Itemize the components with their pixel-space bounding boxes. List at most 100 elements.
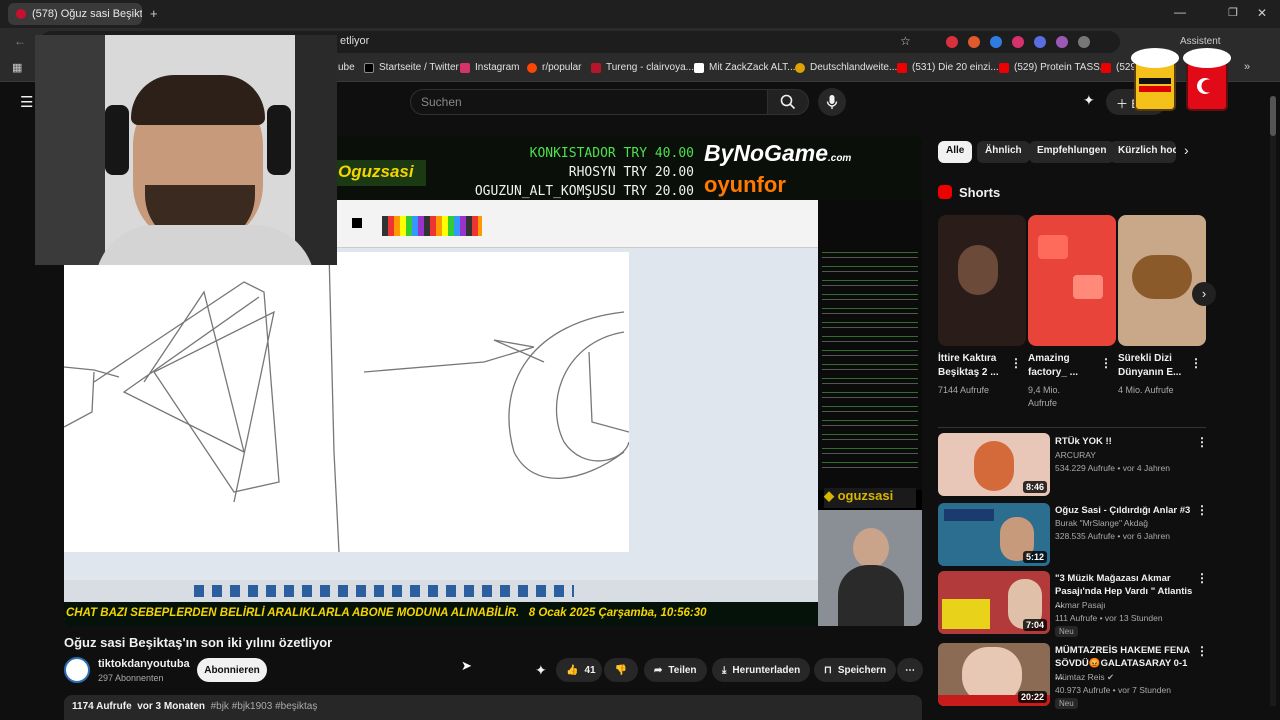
video-thumbnail[interactable]: 20:22 bbox=[938, 643, 1050, 706]
maximize-icon[interactable]: ❐ bbox=[1228, 6, 1238, 19]
video-thumbnail[interactable]: 8:46 bbox=[938, 433, 1050, 496]
short-title[interactable]: İttire Kaktıra Beşiktaş 2 ... bbox=[938, 352, 1010, 380]
bookmark-item[interactable]: Mit ZackZack ALT... bbox=[694, 62, 796, 73]
close-window-icon[interactable]: ✕ bbox=[1257, 6, 1267, 20]
recommendation-meta: 328.535 Aufrufe • vor 6 Jahren bbox=[1055, 531, 1170, 541]
more-options-icon[interactable]: ⋮ bbox=[1010, 356, 1022, 370]
more-bookmarks-icon[interactable]: » bbox=[1244, 61, 1250, 73]
duration-badge: 7:04 bbox=[1022, 619, 1047, 631]
sparkle-icon[interactable]: ✦ bbox=[1083, 92, 1095, 109]
bookmark-star-icon[interactable]: ☆ bbox=[900, 34, 911, 48]
channel-name[interactable]: tiktokdanyoutuba bbox=[98, 658, 190, 670]
thumbs-up-icon: 👍 bbox=[566, 664, 579, 676]
short-thumbnail[interactable] bbox=[1118, 215, 1206, 346]
youtube-icon bbox=[999, 62, 1009, 73]
recommendation-title[interactable]: RTÜk YOK !! bbox=[1055, 435, 1193, 448]
apps-grid-icon[interactable]: ▦ bbox=[12, 61, 22, 74]
back-icon[interactable]: ← bbox=[14, 34, 26, 48]
puzzle-icon[interactable] bbox=[1078, 36, 1090, 48]
bookmark-item[interactable]: (531) Die 20 einzi... bbox=[897, 62, 999, 73]
new-badge: Neu bbox=[1055, 626, 1078, 637]
extension-icon[interactable] bbox=[946, 36, 958, 48]
side-tag: ◆ oguzsasi bbox=[824, 488, 916, 508]
reddit-extension-icon[interactable] bbox=[968, 36, 980, 48]
chip-recently-uploaded[interactable]: Kürzlich hoch bbox=[1110, 141, 1176, 163]
new-tab-icon[interactable]: + bbox=[150, 6, 158, 21]
recommendation-channel[interactable]: Mümtaz Reis ✔ bbox=[1055, 671, 1114, 684]
recommendation-channel[interactable]: Burak "MrSlange" Akdağ bbox=[1055, 517, 1148, 530]
minimize-icon[interactable]: — bbox=[1174, 5, 1186, 19]
mouse-cursor-icon: ➤ bbox=[461, 658, 472, 673]
recommendation-channel[interactable]: ARCURAY bbox=[1055, 449, 1096, 462]
description-box[interactable]: 1174 Aufrufe vor 3 Monaten #bjk #bjk1903… bbox=[64, 695, 922, 720]
download-icon: ⤓ bbox=[722, 664, 727, 676]
bookmark-item[interactable]: (529) Protein TASS... bbox=[999, 62, 1108, 73]
duration-badge: 20:22 bbox=[1017, 691, 1047, 703]
short-views: 9,4 Mio. Aufrufe bbox=[1028, 385, 1061, 408]
paint-toolbar bbox=[334, 200, 818, 248]
donation-row: OGUZUN_ALT_KOMŞUSU TRY 20.00 bbox=[474, 184, 694, 199]
browser-tab[interactable]: (578) Oğuz sasi Beşiktaş'ın so ✕ bbox=[8, 3, 142, 25]
more-options-icon[interactable]: ⋮ bbox=[1100, 356, 1112, 370]
extension-icon[interactable] bbox=[1012, 36, 1024, 48]
extension-icon[interactable] bbox=[1056, 36, 1068, 48]
youtube-icon bbox=[897, 62, 907, 73]
verified-icon: ✔ bbox=[1106, 672, 1115, 682]
bookmark-item[interactable]: Tureng - clairvoya... bbox=[591, 62, 694, 73]
short-views: 4 Mio. Aufrufe bbox=[1118, 385, 1174, 395]
search-input[interactable]: Suchen bbox=[410, 89, 768, 115]
recommendation-channel[interactable]: Akmar Pasajı bbox=[1055, 599, 1106, 612]
divider bbox=[938, 427, 1206, 428]
chip-related[interactable]: Ähnlich bbox=[977, 141, 1030, 163]
bookmark-item[interactable]: ube bbox=[338, 62, 355, 73]
sparkle-icon[interactable]: ✦ bbox=[535, 662, 547, 679]
chip-recommendations[interactable]: Empfehlungen bbox=[1029, 141, 1115, 163]
video-thumbnail[interactable]: 7:04 bbox=[938, 571, 1050, 634]
thumbs-down-icon: 👎 bbox=[614, 664, 628, 676]
chevron-right-icon[interactable]: › bbox=[1184, 142, 1189, 158]
duration-badge: 5:12 bbox=[1022, 551, 1047, 563]
bookmark-item[interactable]: Instagram bbox=[460, 62, 519, 73]
bookmark-item[interactable]: Deutschlandweite... bbox=[795, 62, 897, 73]
short-title[interactable]: Amazing factory_ ... bbox=[1028, 352, 1100, 380]
channel-avatar[interactable] bbox=[64, 657, 90, 683]
beer-mug-flag-logo bbox=[1131, 48, 1231, 111]
scrollbar[interactable] bbox=[1270, 96, 1276, 706]
more-options-icon[interactable]: ⋮ bbox=[1196, 503, 1208, 517]
bookmark-item[interactable]: r/popular bbox=[527, 62, 581, 73]
sponsor-logo: ByNoGame.com bbox=[704, 140, 852, 166]
shorts-next-icon[interactable]: › bbox=[1192, 282, 1216, 306]
dislike-button[interactable]: 👎 bbox=[604, 658, 638, 682]
bookmark-item[interactable]: Startseite / Twitter bbox=[364, 62, 459, 73]
download-button[interactable]: ⤓ Herunterladen bbox=[712, 658, 811, 682]
search-button[interactable] bbox=[767, 89, 809, 115]
share-button[interactable]: ➦ Teilen bbox=[644, 658, 707, 682]
video-thumbnail[interactable]: 5:12 bbox=[938, 503, 1050, 566]
subscribe-button[interactable]: Abonnieren bbox=[197, 658, 267, 682]
youtube-icon bbox=[1101, 62, 1111, 73]
more-options-icon[interactable]: ⋮ bbox=[1196, 644, 1208, 658]
extension-icon[interactable] bbox=[990, 36, 1002, 48]
duration-badge: 8:46 bbox=[1022, 481, 1047, 493]
short-thumbnail[interactable] bbox=[938, 215, 1026, 346]
x-logo-icon bbox=[364, 62, 374, 73]
more-options-icon[interactable]: ⋮ bbox=[1196, 571, 1208, 585]
ticker: CHAT BAZI SEBEPLERDEN BELİRLİ ARALIKLARL… bbox=[64, 602, 818, 626]
extension-icon[interactable] bbox=[1034, 36, 1046, 48]
more-actions-button[interactable]: ⋯ bbox=[897, 658, 923, 682]
short-thumbnail[interactable] bbox=[1028, 215, 1116, 346]
voice-search-button[interactable] bbox=[818, 88, 846, 116]
microphone-icon bbox=[826, 95, 838, 109]
shorts-heading: Shorts bbox=[959, 185, 1001, 200]
more-options-icon[interactable]: ⋮ bbox=[1190, 356, 1202, 370]
short-title[interactable]: Sürekli Dizi Dünyanın E... bbox=[1118, 352, 1190, 380]
like-button[interactable]: 👍 41 bbox=[556, 658, 602, 682]
chip-all[interactable]: Alle bbox=[938, 141, 973, 163]
menu-hamburger-icon[interactable]: ☰ bbox=[20, 93, 33, 111]
paint-drawing bbox=[64, 252, 629, 552]
stream-chat bbox=[818, 200, 922, 490]
recommendation-title[interactable]: Oğuz Sasi - Çıldırdığı Anlar #3 bbox=[1055, 504, 1193, 517]
save-button[interactable]: ⊓ Speichern bbox=[814, 658, 897, 682]
more-options-icon[interactable]: ⋮ bbox=[1196, 435, 1208, 449]
chat-lines bbox=[822, 244, 918, 474]
